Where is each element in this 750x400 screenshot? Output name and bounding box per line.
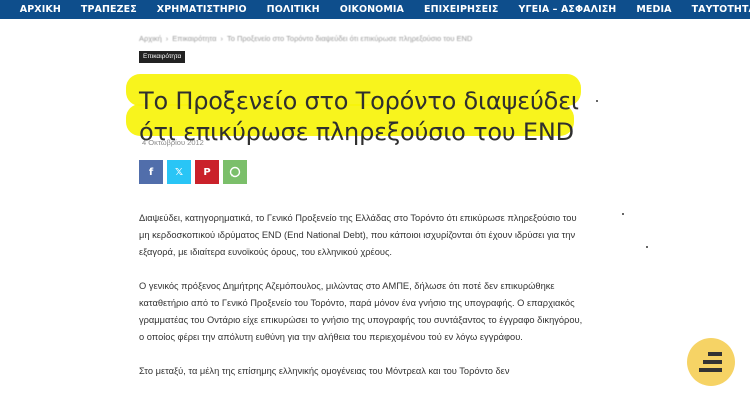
- whatsapp-icon: [229, 166, 241, 178]
- nav-item-about[interactable]: ΤΑΥΤΟΤΗΤΑ: [692, 4, 750, 15]
- nav-item-media[interactable]: MEDIA: [636, 4, 671, 15]
- x-share-button[interactable]: 𝕏: [167, 160, 191, 184]
- pinterest-icon: P: [203, 166, 211, 178]
- stray-dot: [596, 100, 598, 102]
- share-buttons: f 𝕏 P: [139, 160, 247, 184]
- article-title-line2: ότι επικύρωσε πληρεξούσιο του END: [139, 118, 574, 147]
- breadcrumb-home-link[interactable]: Αρχική: [139, 34, 162, 43]
- nav-item-business[interactable]: ΕΠΙΧΕΙΡΗΣΕΙΣ: [424, 4, 498, 15]
- breadcrumb-section-link[interactable]: Επικαιρότητα: [172, 34, 216, 43]
- nav-item-economy[interactable]: ΟΙΚΟΝΟΜΙΑ: [340, 4, 404, 15]
- stacked-bars-icon: [699, 352, 722, 372]
- floating-menu-button[interactable]: [687, 338, 735, 386]
- nav-item-banks[interactable]: ΤΡΑΠΕΖΕΣ: [81, 4, 137, 15]
- breadcrumb-separator: ›: [165, 34, 169, 43]
- nav-item-stock-market[interactable]: ΧΡΗΜΑΤΙΣΤΗΡΙΟ: [157, 4, 247, 15]
- breadcrumb-current: Το Προξενείο στο Τορόντο διαψεύδει ότι ε…: [226, 34, 473, 43]
- whatsapp-share-button[interactable]: [223, 160, 247, 184]
- stray-dot: [622, 213, 624, 215]
- article-date: 4 Οκτωβρίου 2012: [142, 138, 204, 147]
- stray-dot: [646, 246, 648, 248]
- nav-item-home[interactable]: ΑΡΧΙΚΗ: [20, 4, 61, 15]
- article-title-line1: Το Προξενείο στο Τορόντο διαψεύδει: [139, 87, 579, 116]
- nav-item-health-insurance[interactable]: ΥΓΕΙΑ – ΑΣΦΑΛΙΣΗ: [518, 4, 616, 15]
- top-navigation: ΑΡΧΙΚΗ ΤΡΑΠΕΖΕΣ ΧΡΗΜΑΤΙΣΤΗΡΙΟ ΠΟΛΙΤΙΚΗ Ο…: [0, 0, 750, 19]
- x-twitter-icon: 𝕏: [174, 166, 184, 178]
- article-paragraph: Διαψεύδει, κατηγορηματικά, το Γενικό Προ…: [139, 213, 577, 257]
- article-paragraph: Ο γενικός πρόξενος Δημήτρης Αζεμόπουλος,…: [139, 281, 583, 342]
- article-body: Διαψεύδει, κατηγορηματικά, το Γενικό Προ…: [139, 210, 589, 397]
- article-paragraph: Στο μεταξύ, τα μέλη της επίσημης ελληνικ…: [139, 366, 510, 376]
- article-title: Το Προξενείο στο Τορόντο διαψεύδει ότι ε…: [139, 86, 699, 148]
- breadcrumb: Αρχική › Επικαιρότητα › Το Προξενείο στο Τορ…: [139, 34, 472, 43]
- category-badge[interactable]: Επικαιρότητα: [139, 51, 186, 63]
- nav-item-politics[interactable]: ΠΟΛΙΤΙΚΗ: [267, 4, 320, 15]
- pinterest-share-button[interactable]: P: [195, 160, 219, 184]
- stray-dot: [430, 138, 432, 140]
- facebook-share-button[interactable]: f: [139, 160, 163, 184]
- facebook-icon: f: [148, 166, 154, 178]
- breadcrumb-separator: ›: [220, 34, 223, 43]
